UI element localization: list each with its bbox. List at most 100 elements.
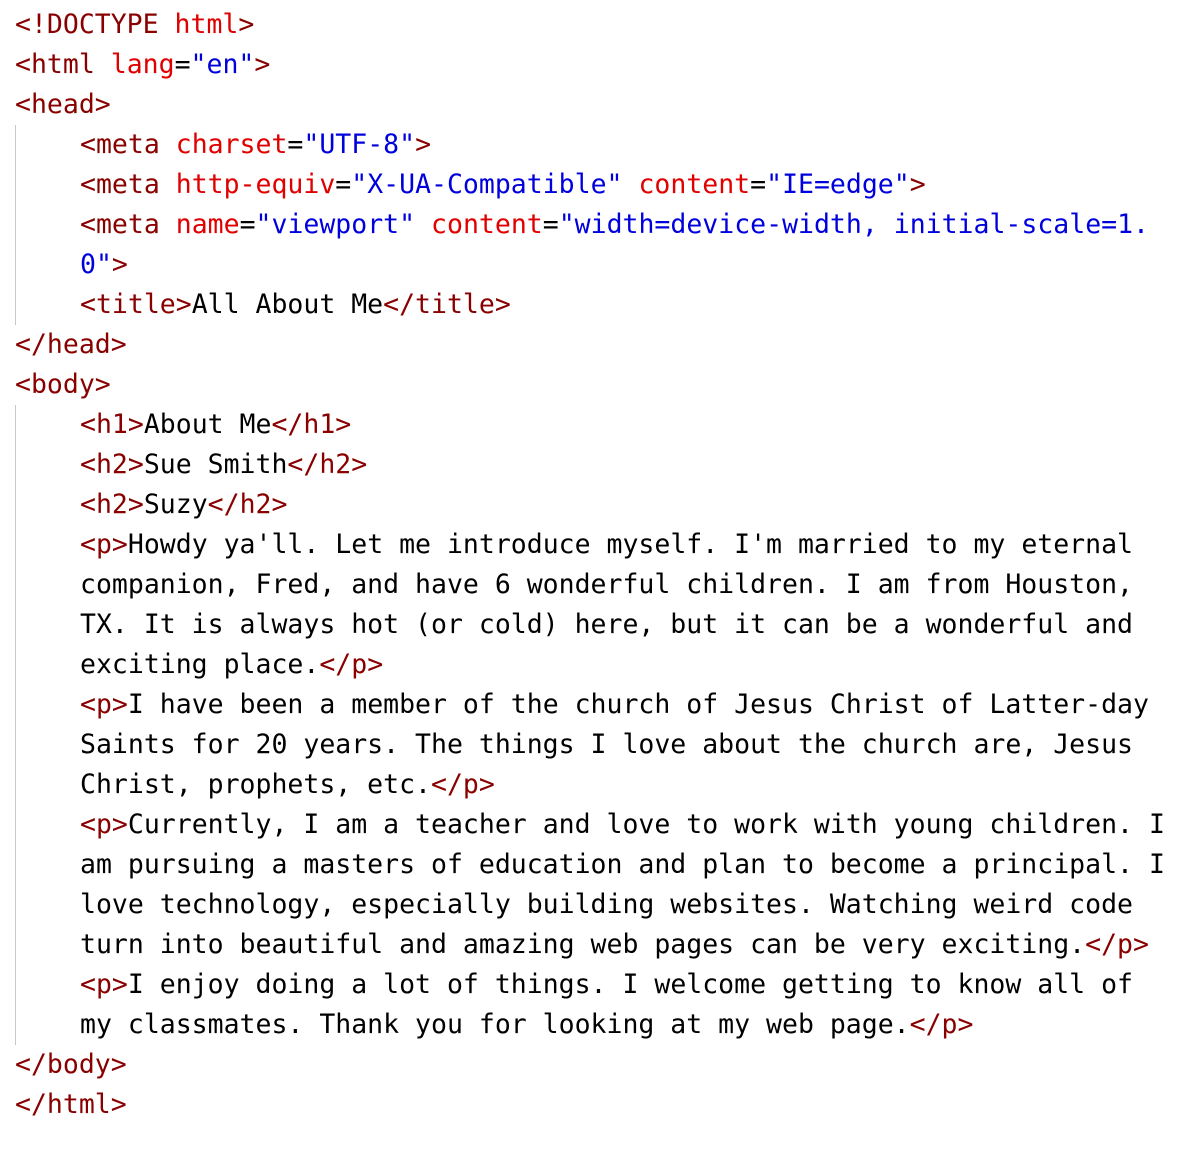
code-line[interactable]: <body> [15, 365, 111, 405]
code-token: html [174, 9, 239, 40]
code-line[interactable]: am pursuing a masters of education and p… [80, 845, 1165, 885]
code-line[interactable]: my classmates. Thank you for looking at … [80, 1005, 973, 1045]
code-token: > [415, 129, 432, 160]
code-token: <h2> [80, 449, 144, 480]
code-line[interactable]: 0"> [80, 245, 128, 285]
code-token: </h1> [271, 409, 352, 440]
code-token: <!DOCTYPE [15, 9, 175, 40]
code-line[interactable]: <head> [15, 85, 111, 125]
code-token: <p> [80, 689, 128, 720]
code-token: <p> [80, 969, 128, 1000]
code-token: <h2> [80, 489, 144, 520]
code-line[interactable]: TX. It is always hot (or cold) here, but… [80, 605, 1133, 645]
code-token: Sue Smith [143, 449, 288, 480]
code-token: </p> [909, 1009, 974, 1040]
code-token: <p> [80, 529, 128, 560]
code-line[interactable]: love technology, especially building web… [80, 885, 1133, 925]
code-line[interactable]: <h2>Sue Smith</h2> [80, 445, 367, 485]
code-token: content [431, 209, 543, 240]
code-token: <head> [15, 89, 111, 120]
code-token: companion, Fred, and have 6 wonderful ch… [80, 569, 1133, 600]
code-token: http-equiv [175, 169, 336, 200]
code-token: I enjoy doing a lot of things. I welcome… [127, 969, 1133, 1000]
code-token: > [909, 169, 926, 200]
code-token: </h2> [207, 489, 288, 520]
code-token: </p> [319, 649, 384, 680]
code-line[interactable]: <html lang="en"> [15, 45, 270, 85]
code-token: </head> [15, 329, 127, 360]
code-line[interactable]: <p>I have been a member of the church of… [80, 685, 1149, 725]
code-token: About Me [143, 409, 272, 440]
code-editor[interactable]: <!DOCTYPE html> <html lang="en"> <head> <me… [0, 0, 1198, 1156]
code-line[interactable]: <h2>Suzy</h2> [80, 485, 287, 525]
code-token: "width=device-width, initial-scale=1. [558, 209, 1150, 240]
code-token: = [750, 169, 767, 200]
code-token: content [638, 169, 751, 200]
code-token: Christ, prophets, etc. [80, 769, 431, 800]
code-token: Currently, I am a teacher and love to wo… [127, 809, 1165, 840]
code-line[interactable]: </head> [15, 325, 127, 365]
code-token: exciting place. [80, 649, 320, 680]
code-token: = [542, 209, 559, 240]
code-line[interactable]: companion, Fred, and have 6 wonderful ch… [80, 565, 1133, 605]
code-line[interactable]: Christ, prophets, etc.</p> [80, 765, 495, 805]
code-token: "UTF-8" [303, 129, 416, 160]
code-token: </p> [431, 769, 495, 800]
code-line[interactable]: </body> [15, 1045, 127, 1085]
code-line[interactable]: <meta http-equiv="X-UA-Compatible" conte… [80, 165, 926, 205]
code-token: <meta [80, 129, 176, 160]
code-token: > [238, 9, 255, 40]
code-token: "IE=edge" [766, 169, 910, 200]
code-token: <meta [80, 209, 176, 240]
code-line[interactable]: <!DOCTYPE html> [15, 5, 254, 45]
indent-guide-head [15, 125, 16, 325]
code-token: "X-UA-Compatible" [351, 169, 623, 200]
code-token: </html> [15, 1089, 127, 1120]
code-token: <html [15, 49, 111, 80]
code-line[interactable]: <p>I enjoy doing a lot of things. I welc… [80, 965, 1133, 1005]
code-token: turn into beautiful and amazing web page… [80, 929, 1086, 960]
code-line[interactable]: <h1>About Me</h1> [80, 405, 351, 445]
code-token: > [254, 49, 271, 80]
code-line[interactable]: <meta charset="UTF-8"> [80, 125, 431, 165]
code-token: = [287, 129, 304, 160]
code-line[interactable]: </html> [15, 1085, 127, 1125]
code-token: > [111, 249, 128, 280]
indent-guide-body [15, 405, 16, 1045]
code-line[interactable]: <p>Howdy ya'll. Let me introduce myself.… [80, 525, 1133, 565]
code-token: TX. It is always hot (or cold) here, but… [80, 609, 1133, 640]
code-token: am pursuing a masters of education and p… [80, 849, 1165, 880]
code-token: </p> [1085, 929, 1149, 960]
code-token: Suzy [143, 489, 208, 520]
code-token: lang [110, 49, 175, 80]
code-token: <h1> [80, 409, 144, 440]
code-token: = [335, 169, 352, 200]
code-token: <title> [80, 289, 192, 320]
code-token: my classmates. Thank you for looking at … [80, 1009, 910, 1040]
code-token: </h2> [287, 449, 368, 480]
code-token: = [239, 209, 256, 240]
code-token: charset [175, 129, 288, 160]
code-token: Saints for 20 years. The things I love a… [80, 729, 1133, 760]
code-token: love technology, especially building web… [80, 889, 1133, 920]
code-token: I have been a member of the church of Je… [127, 689, 1149, 720]
code-token: <meta [80, 169, 176, 200]
code-line[interactable]: Saints for 20 years. The things I love a… [80, 725, 1133, 765]
code-token: <body> [15, 369, 111, 400]
code-token: </title> [383, 289, 511, 320]
code-token: 0" [80, 249, 112, 280]
code-token: Howdy ya'll. Let me introduce myself. I'… [127, 529, 1133, 560]
code-token: </body> [15, 1049, 127, 1080]
code-line[interactable]: <title>All About Me</title> [80, 285, 511, 325]
code-token: "viewport" [255, 209, 416, 240]
code-line[interactable]: exciting place.</p> [80, 645, 383, 685]
code-line[interactable]: turn into beautiful and amazing web page… [80, 925, 1149, 965]
code-token: "en" [190, 49, 255, 80]
code-line[interactable]: <p>Currently, I am a teacher and love to… [80, 805, 1165, 845]
code-line[interactable]: <meta name="viewport" content="width=dev… [80, 205, 1149, 245]
code-token: <p> [80, 809, 128, 840]
code-token: name [175, 209, 240, 240]
code-token: All About Me [191, 289, 384, 320]
